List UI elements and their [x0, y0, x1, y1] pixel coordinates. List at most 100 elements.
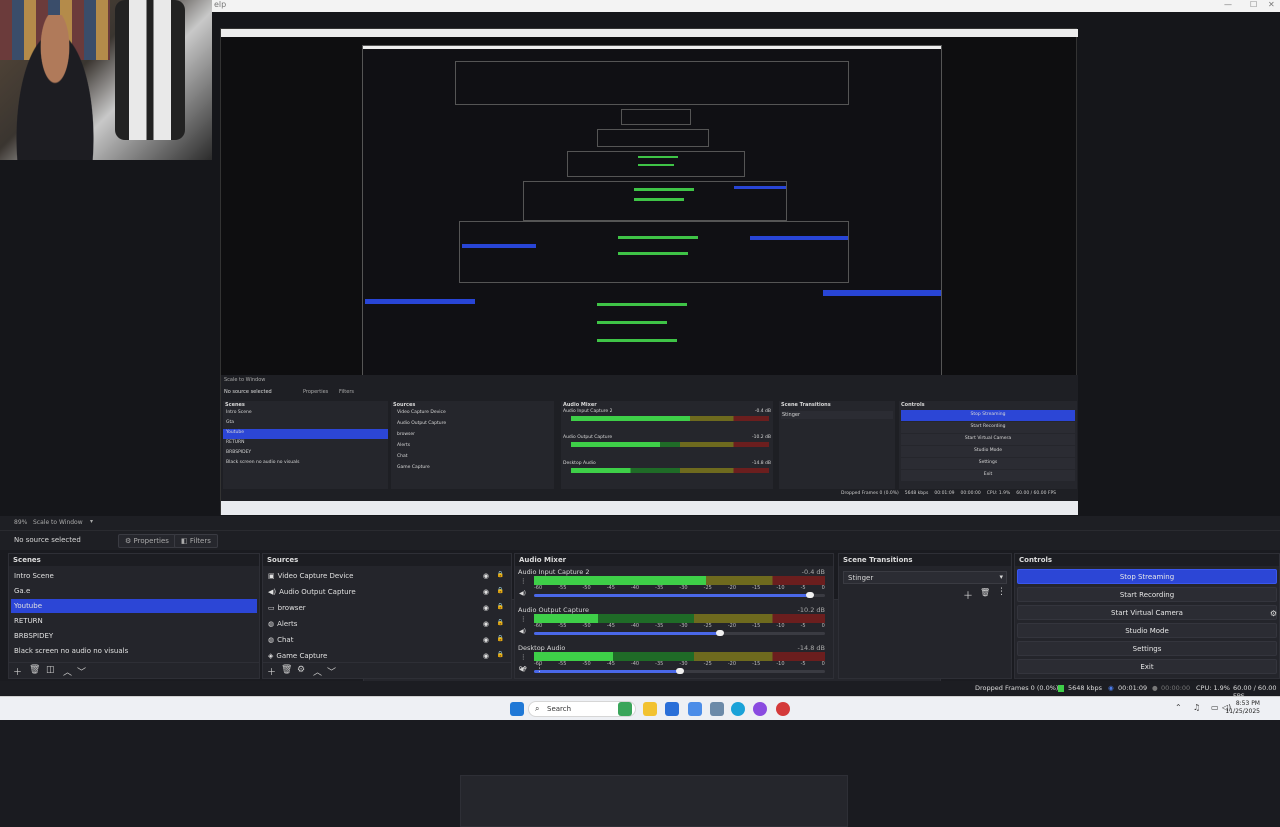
scale-mode-select[interactable]: Scale to Window — [33, 519, 83, 526]
widget-icon[interactable] — [618, 702, 632, 716]
source-item[interactable]: ◍ Alerts ◉ 🔒 — [265, 617, 509, 631]
source-item[interactable]: ◈ Game Capture ◉ 🔒 — [265, 649, 509, 663]
inner-scene-item: Youtube — [223, 429, 388, 439]
nested-obs-4 — [567, 151, 745, 177]
source-item[interactable]: ▭ browser ◉ 🔒 — [265, 601, 509, 615]
app-icon[interactable] — [710, 702, 724, 716]
properties-icon[interactable]: ◫ — [46, 665, 55, 675]
link-icon[interactable]: ⚯ — [519, 664, 527, 674]
source-label: Alerts — [277, 620, 298, 628]
inner-meter — [571, 468, 769, 473]
lock-icon[interactable]: 🔒 — [497, 635, 504, 642]
speaker-icon[interactable]: ◀) — [519, 628, 526, 635]
source-item[interactable]: ▣ Video Capture Device ◉ 🔒 — [265, 569, 509, 583]
taskbar-clock[interactable]: 8:53 PM 11/25/2025 — [1225, 700, 1260, 716]
maximize-icon[interactable]: ☐ — [1250, 0, 1257, 9]
eye-icon[interactable]: ◉ — [483, 652, 489, 660]
volume-slider[interactable] — [534, 592, 825, 598]
control-button-studio-mode[interactable]: Studio Mode — [1017, 623, 1277, 638]
menu-dots-icon[interactable]: ⋮ — [520, 653, 527, 661]
obs-icon[interactable] — [776, 702, 790, 716]
eye-icon[interactable]: ◉ — [483, 588, 489, 596]
chevron-down-icon[interactable]: ﹀ — [327, 665, 336, 678]
inner-control-button: Exit — [901, 470, 1075, 481]
volume-slider-knob[interactable] — [716, 630, 725, 636]
scene-scale-bar: 89% Scale to Window ▾ — [0, 516, 1280, 530]
scene-item[interactable]: Intro Scene — [11, 569, 257, 583]
globe-icon: ◍ — [268, 636, 275, 644]
camera-icon: ▣ — [268, 572, 275, 580]
search-icon: ⌕ — [535, 704, 540, 713]
eye-icon[interactable]: ◉ — [483, 636, 489, 644]
volume-slider[interactable] — [534, 630, 825, 636]
properties-button[interactable]: ⚙ Properties — [118, 534, 176, 548]
meter-tick: -45 — [606, 585, 615, 591]
scenes-toolbar: ＋ 🗑 ◫ ︿ ﹀ — [9, 662, 259, 678]
scene-item[interactable]: Youtube — [11, 599, 257, 613]
filters-button[interactable]: ◧ Filters — [174, 534, 218, 548]
store-icon[interactable] — [665, 702, 679, 716]
add-icon[interactable]: ＋ — [267, 665, 276, 678]
trash-icon[interactable]: 🗑 — [281, 665, 292, 675]
controls-dock: Controls Stop Streaming Start Recording St… — [1014, 553, 1280, 679]
inner-source-item: Audio Output Capture — [397, 421, 447, 426]
menu-dots-icon[interactable]: ⋮ — [997, 587, 1006, 597]
chevron-down-icon[interactable]: ▾ — [90, 518, 93, 525]
app-icon[interactable] — [688, 702, 702, 716]
scene-item[interactable]: RETURN — [11, 614, 257, 628]
menu-dots-icon[interactable]: ⋮ — [520, 577, 527, 585]
eye-icon[interactable]: ◉ — [483, 604, 489, 612]
inner-scale-label: Scale to Window — [224, 377, 266, 383]
scene-item[interactable]: BRBSPIDEY — [11, 629, 257, 643]
headset-icon[interactable]: ♫ — [1193, 703, 1200, 712]
scene-item[interactable]: Ga.e — [11, 584, 257, 598]
globe-icon: ◍ — [268, 620, 275, 628]
meter-tick: -35 — [655, 585, 664, 591]
close-icon[interactable]: ✕ — [1268, 0, 1275, 9]
menu-dots-icon[interactable]: ⋮ — [535, 664, 544, 674]
lock-icon[interactable]: 🔒 — [497, 587, 504, 594]
control-button-start-recording[interactable]: Start Recording — [1017, 587, 1277, 602]
lock-icon[interactable]: 🔒 — [497, 603, 504, 610]
chevron-down-icon[interactable]: ﹀ — [77, 665, 86, 678]
minimize-icon[interactable]: — — [1224, 0, 1232, 9]
control-button-settings[interactable]: Settings — [1017, 641, 1277, 656]
sources-dock: Sources ▣ Video Capture Device ◉ 🔒 ◀) Audio O… — [262, 553, 512, 679]
app-icon[interactable] — [753, 702, 767, 716]
lock-icon[interactable]: 🔒 — [497, 619, 504, 626]
eye-icon[interactable]: ◉ — [483, 572, 489, 580]
add-icon[interactable]: ＋ — [13, 665, 22, 678]
start-icon[interactable] — [510, 702, 524, 716]
control-button-exit[interactable]: Exit — [1017, 659, 1277, 674]
meter-tick: 0 — [821, 585, 825, 591]
gear-icon[interactable]: ⚙ — [1270, 609, 1277, 618]
transition-select[interactable]: Stinger ▾ — [843, 571, 1007, 584]
inner-scene-item: Intro Scene — [226, 410, 252, 415]
scenes-header: Scenes — [9, 554, 259, 566]
edge-icon[interactable] — [731, 702, 745, 716]
volume-slider-knob[interactable] — [806, 592, 815, 598]
gear-icon[interactable]: ⚙ — [297, 665, 305, 675]
control-button-start-virtual-camera[interactable]: Start Virtual Camera — [1017, 605, 1277, 620]
filters-button-label: Filters — [189, 537, 211, 545]
source-item[interactable]: ◀) Audio Output Capture ◉ 🔒 — [265, 585, 509, 599]
chevron-up-icon[interactable]: ⌃ — [1175, 703, 1182, 712]
network-icon[interactable]: ▭ — [1211, 703, 1219, 712]
inner-status-item: 00:00:00 — [960, 491, 981, 496]
folder-icon[interactable] — [643, 702, 657, 716]
menu-dots-icon[interactable]: ⋮ — [520, 615, 527, 623]
inner-control-button: Studio Mode — [901, 446, 1075, 457]
control-button-stop-streaming[interactable]: Stop Streaming — [1017, 569, 1277, 584]
trash-icon[interactable]: 🗑 — [29, 665, 40, 675]
chevron-up-icon[interactable]: ︿ — [63, 665, 72, 678]
chevron-up-icon[interactable]: ︿ — [313, 665, 322, 678]
trash-icon[interactable]: 🗑 — [980, 588, 990, 597]
lock-icon[interactable]: 🔒 — [497, 651, 504, 658]
inner-mixer-channel: Desktop Audio -14.8 dB — [561, 461, 773, 487]
speaker-icon[interactable]: ◀) — [519, 590, 526, 597]
scene-item[interactable]: Black screen no audio no visuals — [11, 644, 257, 658]
lock-icon[interactable]: 🔒 — [497, 571, 504, 578]
add-icon[interactable]: ＋ — [963, 587, 973, 602]
eye-icon[interactable]: ◉ — [483, 620, 489, 628]
source-item[interactable]: ◍ Chat ◉ 🔒 — [265, 633, 509, 647]
